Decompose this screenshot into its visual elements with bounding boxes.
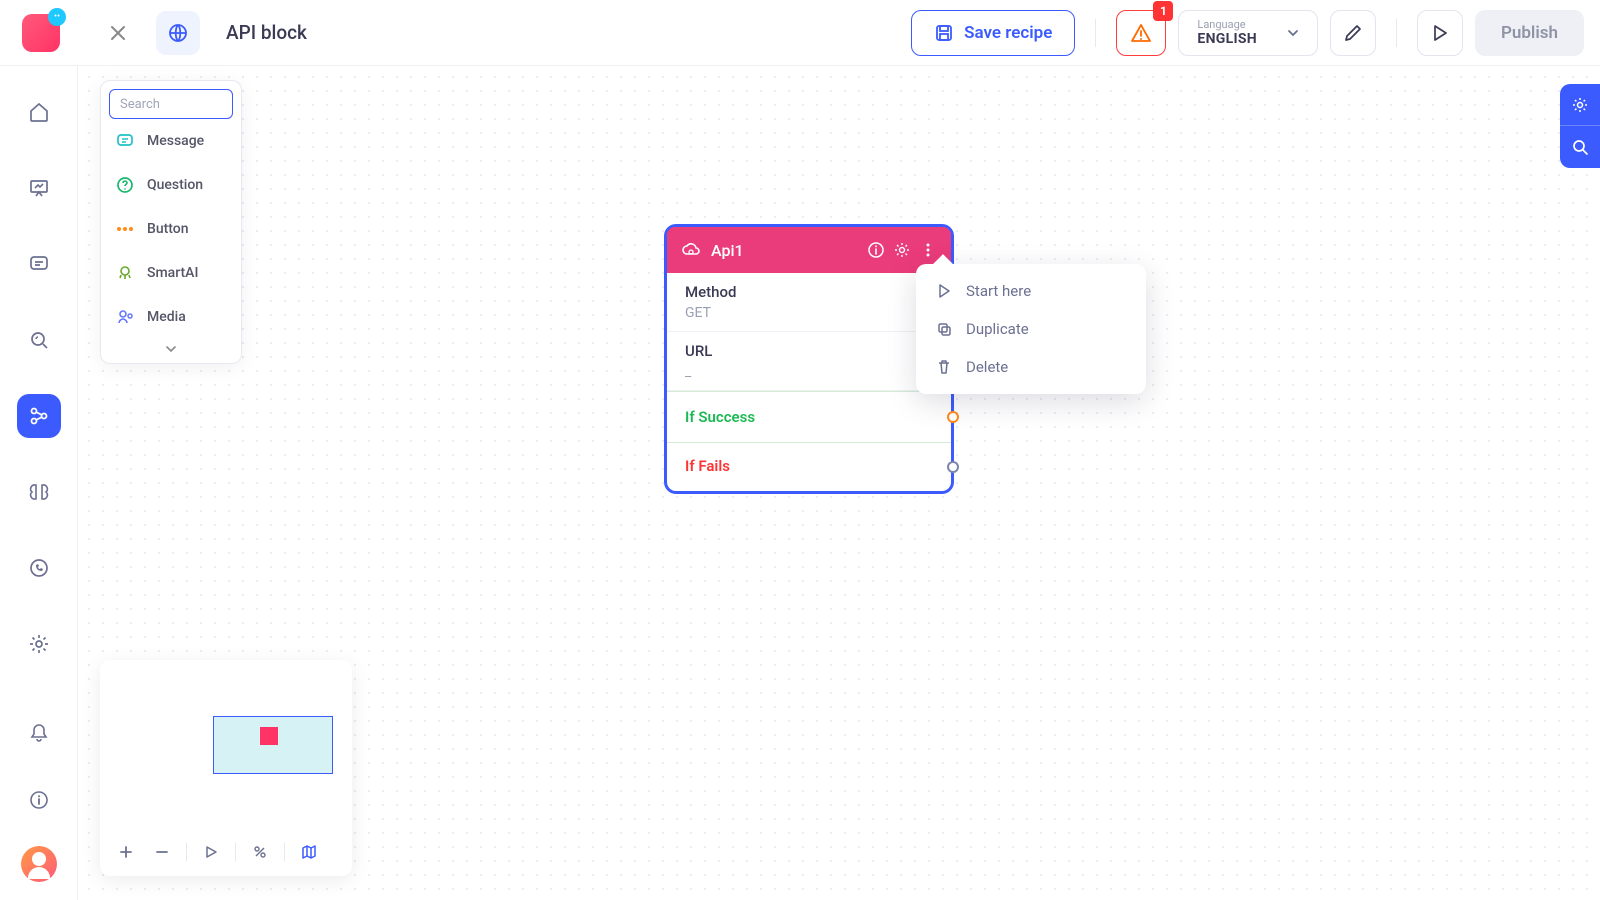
play-icon <box>936 283 952 299</box>
language-selector[interactable]: Language ENGLISH <box>1178 10 1318 56</box>
copy-icon <box>936 321 952 337</box>
warning-icon <box>1130 22 1152 44</box>
cloud-icon <box>681 240 701 260</box>
canvas-search-button[interactable] <box>1560 126 1600 168</box>
method-value: GET <box>685 305 933 321</box>
nav-settings[interactable] <box>17 622 61 666</box>
nav-messages[interactable] <box>17 242 61 286</box>
right-float-toolbar <box>1560 84 1600 168</box>
nav-whatsapp[interactable] <box>17 546 61 590</box>
language-value: ENGLISH <box>1197 31 1257 47</box>
zoom-in-button[interactable] <box>114 840 138 864</box>
palette-item-button[interactable]: Button <box>109 207 233 251</box>
chevron-down-icon <box>164 342 178 356</box>
play-button[interactable] <box>1417 10 1463 56</box>
ctx-duplicate[interactable]: Duplicate <box>916 310 1146 348</box>
api-node[interactable]: Api1 Method GET URL _ If Success If Fail… <box>664 224 954 494</box>
palette-item-label: SmartAI <box>147 265 198 281</box>
palette-item-question[interactable]: Question <box>109 163 233 207</box>
palette-item-label: Media <box>147 309 186 325</box>
close-button[interactable] <box>96 11 140 55</box>
play-icon <box>1431 24 1449 42</box>
user-avatar[interactable] <box>21 846 57 882</box>
palette-item-label: Question <box>147 177 203 193</box>
ctx-item-label: Duplicate <box>966 320 1029 338</box>
save-label: Save recipe <box>964 23 1052 43</box>
nav-ai[interactable] <box>17 470 61 514</box>
app-logo: •• <box>22 14 60 52</box>
url-value: _ <box>685 364 933 380</box>
save-recipe-button[interactable]: Save recipe <box>911 10 1075 56</box>
api-method-row[interactable]: Method GET <box>667 273 951 332</box>
divider <box>1095 19 1096 47</box>
save-icon <box>934 23 954 43</box>
success-label: If Success <box>685 408 755 426</box>
trash-icon <box>936 359 952 375</box>
palette-item-message[interactable]: Message <box>109 119 233 163</box>
url-label: URL <box>685 342 933 360</box>
globe-button[interactable] <box>156 11 200 55</box>
nav-notifications[interactable] <box>17 710 61 754</box>
api-node-title: Api1 <box>711 241 863 260</box>
divider <box>1396 19 1397 47</box>
palette-item-label: Message <box>147 133 204 149</box>
ctx-item-label: Start here <box>966 282 1031 300</box>
palette-expand-button[interactable] <box>109 339 233 363</box>
ctx-delete[interactable]: Delete <box>916 348 1146 386</box>
palette-item-smartai[interactable]: SmartAI <box>109 251 233 295</box>
minimap-toggle-button[interactable] <box>297 840 321 864</box>
top-header: •• API block Save recipe 1 Language ENGL… <box>0 0 1600 66</box>
minimap-node <box>260 727 278 745</box>
divider <box>186 843 187 861</box>
zoom-out-button[interactable] <box>150 840 174 864</box>
publish-label: Publish <box>1501 23 1558 43</box>
fails-output-port[interactable] <box>947 461 959 473</box>
nav-info[interactable] <box>17 778 61 822</box>
divider <box>284 843 285 861</box>
pencil-icon <box>1343 23 1363 43</box>
media-icon <box>115 307 135 327</box>
play-preview-button[interactable] <box>199 840 223 864</box>
warning-button[interactable]: 1 <box>1116 10 1166 56</box>
node-palette: Message Question Button SmartAI Media <box>100 80 242 364</box>
language-label: Language <box>1197 18 1257 31</box>
canvas-settings-button[interactable] <box>1560 84 1600 126</box>
node-context-menu: Start here Duplicate Delete <box>916 264 1146 394</box>
publish-button[interactable]: Publish <box>1475 10 1584 56</box>
api-node-header[interactable]: Api1 <box>667 227 951 273</box>
api-success-row[interactable]: If Success <box>667 391 951 443</box>
node-settings-button[interactable] <box>889 237 915 263</box>
api-url-row[interactable]: URL _ <box>667 332 951 391</box>
node-info-button[interactable] <box>863 237 889 263</box>
minimap-panel <box>100 660 352 876</box>
ctx-start-here[interactable]: Start here <box>916 272 1146 310</box>
nav-workflow[interactable] <box>17 394 61 438</box>
palette-item-label: Button <box>147 221 189 237</box>
warning-badge: 1 <box>1153 1 1173 21</box>
edit-button[interactable] <box>1330 10 1376 56</box>
left-sidebar <box>0 66 78 900</box>
palette-search-input[interactable] <box>109 89 233 119</box>
api-fails-row[interactable]: If Fails <box>667 443 951 491</box>
method-label: Method <box>685 283 933 301</box>
page-title: API block <box>226 21 307 44</box>
nav-home[interactable] <box>17 90 61 134</box>
palette-item-media[interactable]: Media <box>109 295 233 339</box>
fails-label: If Fails <box>685 457 730 475</box>
message-icon <box>115 131 135 151</box>
minimap-viewport[interactable] <box>213 716 333 774</box>
ctx-item-label: Delete <box>966 358 1008 376</box>
success-output-port[interactable] <box>947 411 959 423</box>
button-icon <box>115 219 135 239</box>
question-icon <box>115 175 135 195</box>
canvas[interactable]: Message Question Button SmartAI Media Ap… <box>78 66 1600 900</box>
nav-presentation[interactable] <box>17 166 61 210</box>
nav-search[interactable] <box>17 318 61 362</box>
minimap-toolbar <box>114 840 338 864</box>
logo-notification-dot: •• <box>48 8 66 26</box>
chevron-down-icon <box>1285 25 1301 41</box>
smartai-icon <box>115 263 135 283</box>
divider <box>235 843 236 861</box>
percent-button[interactable] <box>248 840 272 864</box>
